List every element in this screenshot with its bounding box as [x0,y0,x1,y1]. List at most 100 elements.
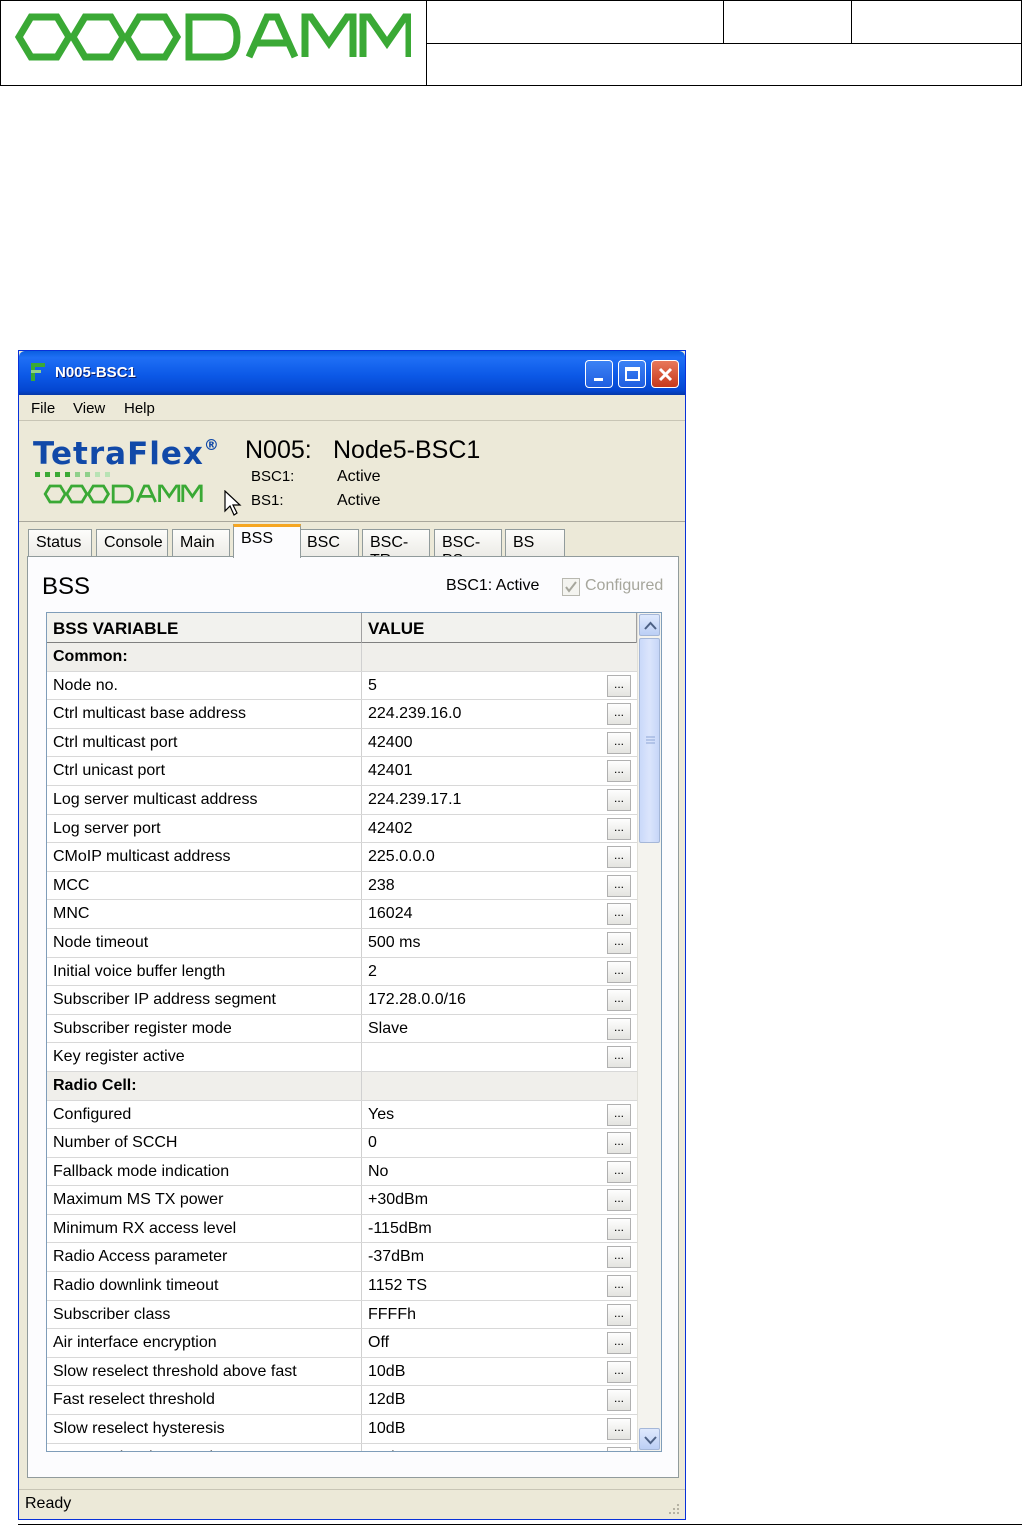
table-row[interactable]: Minimum RX access level -115dBm... [47,1214,637,1244]
resize-grip-icon[interactable] [667,1502,681,1516]
menu-file[interactable]: File [31,400,55,417]
edit-value-button[interactable]: ... [607,903,631,926]
maximize-button[interactable] [618,360,646,388]
edit-value-button[interactable]: ... [607,989,631,1012]
variable-value-cell[interactable] [362,1072,637,1100]
table-row[interactable]: Fallback mode indication No... [47,1157,637,1187]
column-header-variable[interactable]: BSS VARIABLE [47,613,362,643]
grid-scrollbar[interactable] [637,613,661,1451]
table-row[interactable]: Key register active... [47,1043,637,1072]
menu-help[interactable]: Help [124,400,155,417]
edit-value-button[interactable]: ... [607,846,631,869]
variable-value-cell[interactable]: Yes [362,1101,637,1129]
edit-value-button[interactable]: ... [607,960,631,983]
tab-status[interactable]: Status [28,529,92,557]
edit-value-button[interactable]: ... [607,817,631,840]
edit-value-button[interactable]: ... [607,1332,631,1355]
edit-value-button[interactable]: ... [607,1103,631,1126]
variable-value-cell[interactable]: No [362,1158,637,1186]
variable-value-cell[interactable] [362,1043,637,1071]
variable-value-cell[interactable] [362,643,637,671]
edit-value-button[interactable]: ... [607,1046,631,1069]
variable-value-cell[interactable]: 42400 [362,729,637,757]
edit-value-button[interactable]: ... [607,1360,631,1383]
variable-value-cell[interactable]: Off [362,1329,637,1357]
table-row[interactable]: Fast reselect hysteresis10dB... [47,1443,637,1451]
variable-value-cell[interactable]: 10dB [362,1444,637,1451]
edit-value-button[interactable]: ... [607,731,631,754]
edit-value-button[interactable]: ... [607,1418,631,1441]
variable-value-cell[interactable]: +30dBm [362,1186,637,1214]
table-row[interactable]: CMoIP multicast address 225.0.0.0... [47,843,637,872]
edit-value-button[interactable]: ... [607,1275,631,1298]
variable-value-cell[interactable]: -37dBm [362,1243,637,1271]
column-header-value[interactable]: VALUE [362,613,637,643]
grid-section-row[interactable]: Radio Cell: [47,1071,637,1101]
edit-value-button[interactable]: ... [607,760,631,783]
table-row[interactable]: Subscriber class FFFFh... [47,1300,637,1330]
configured-checkbox[interactable] [562,578,580,596]
edit-value-button[interactable]: ... [607,674,631,697]
table-row[interactable]: Configured Yes... [47,1100,637,1130]
tab-bsc[interactable]: BSC [299,529,359,557]
table-row[interactable]: Log server multicast address 224.239.17.1… [47,785,637,815]
tab-console[interactable]: Console [96,529,168,557]
minimize-button[interactable] [585,360,613,388]
variable-value-cell[interactable]: 42401 [362,757,637,785]
scroll-thumb[interactable] [639,638,660,843]
variable-value-cell[interactable]: 224.239.17.1 [362,786,637,814]
variable-value-cell[interactable]: 225.0.0.0 [362,843,637,871]
edit-value-button[interactable]: ... [607,1303,631,1326]
table-row[interactable]: Node timeout 500 ms... [47,928,637,958]
scroll-down-button[interactable] [639,1428,660,1450]
variable-value-cell[interactable]: 12dB [362,1386,637,1414]
tab-bsc-tr[interactable]: BSC-TR [362,529,430,569]
variable-value-cell[interactable]: 0 [362,1129,637,1157]
variable-value-cell[interactable]: 16024 [362,900,637,928]
table-row[interactable]: Number of SCCH 0... [47,1129,637,1158]
edit-value-button[interactable]: ... [607,788,631,811]
edit-value-button[interactable]: ... [607,1017,631,1040]
tab-main[interactable]: Main [172,529,230,557]
edit-value-button[interactable]: ... [607,1160,631,1183]
table-row[interactable]: MCC 238... [47,871,637,901]
variable-value-cell[interactable]: -115dBm [362,1215,637,1243]
edit-value-button[interactable]: ... [607,1132,631,1155]
table-row[interactable]: Node no. 5... [47,671,637,701]
table-row[interactable]: Ctrl unicast port 42401... [47,757,637,786]
grid-section-row[interactable]: Common: [47,643,637,672]
close-button[interactable] [651,360,679,388]
edit-value-button[interactable]: ... [607,1217,631,1240]
variable-value-cell[interactable]: 5 [362,672,637,700]
edit-value-button[interactable]: ... [607,931,631,954]
tab-bs[interactable]: BS [505,529,565,557]
edit-value-button[interactable]: ... [607,703,631,726]
edit-value-button[interactable]: ... [607,1189,631,1212]
variable-value-cell[interactable]: 10dB [362,1415,637,1443]
menu-view[interactable]: View [73,400,105,417]
table-row[interactable]: Initial voice buffer length 2... [47,957,637,987]
title-bar[interactable]: N005-BSC1 [19,351,685,395]
variable-value-cell[interactable]: Slave [362,1015,637,1043]
table-row[interactable]: MNC 16024... [47,900,637,929]
table-row[interactable]: Ctrl multicast base address 224.239.16.0.… [47,700,637,729]
variable-value-cell[interactable]: 10dB [362,1358,637,1386]
table-row[interactable]: Subscriber IP address segment 172.28.0.0/… [47,986,637,1015]
table-row[interactable]: Radio downlink timeout 1152 TS... [47,1272,637,1301]
table-row[interactable]: Fast reselect threshold 12dB... [47,1386,637,1416]
variable-value-cell[interactable]: 1152 TS [362,1272,637,1300]
tab-bss[interactable]: BSS [233,524,301,558]
table-row[interactable]: Subscriber register mode Slave... [47,1014,637,1044]
edit-value-button[interactable]: ... [607,1389,631,1412]
scroll-up-button[interactable] [639,614,660,636]
variable-value-cell[interactable]: 224.239.16.0 [362,700,637,728]
table-row[interactable]: Maximum MS TX power +30dBm... [47,1186,637,1215]
edit-value-button[interactable]: ... [607,1446,631,1451]
variable-value-cell[interactable]: 238 [362,872,637,900]
table-row[interactable]: Log server port 42402... [47,814,637,844]
table-row[interactable]: Air interface encryption Off... [47,1329,637,1358]
variable-value-cell[interactable]: 172.28.0.0/16 [362,986,637,1014]
table-row[interactable]: Ctrl multicast port 42400... [47,728,637,758]
table-row[interactable]: Radio Access parameter -37dBm... [47,1243,637,1273]
table-row[interactable]: Slow reselect threshold above fast 10dB..… [47,1357,637,1387]
